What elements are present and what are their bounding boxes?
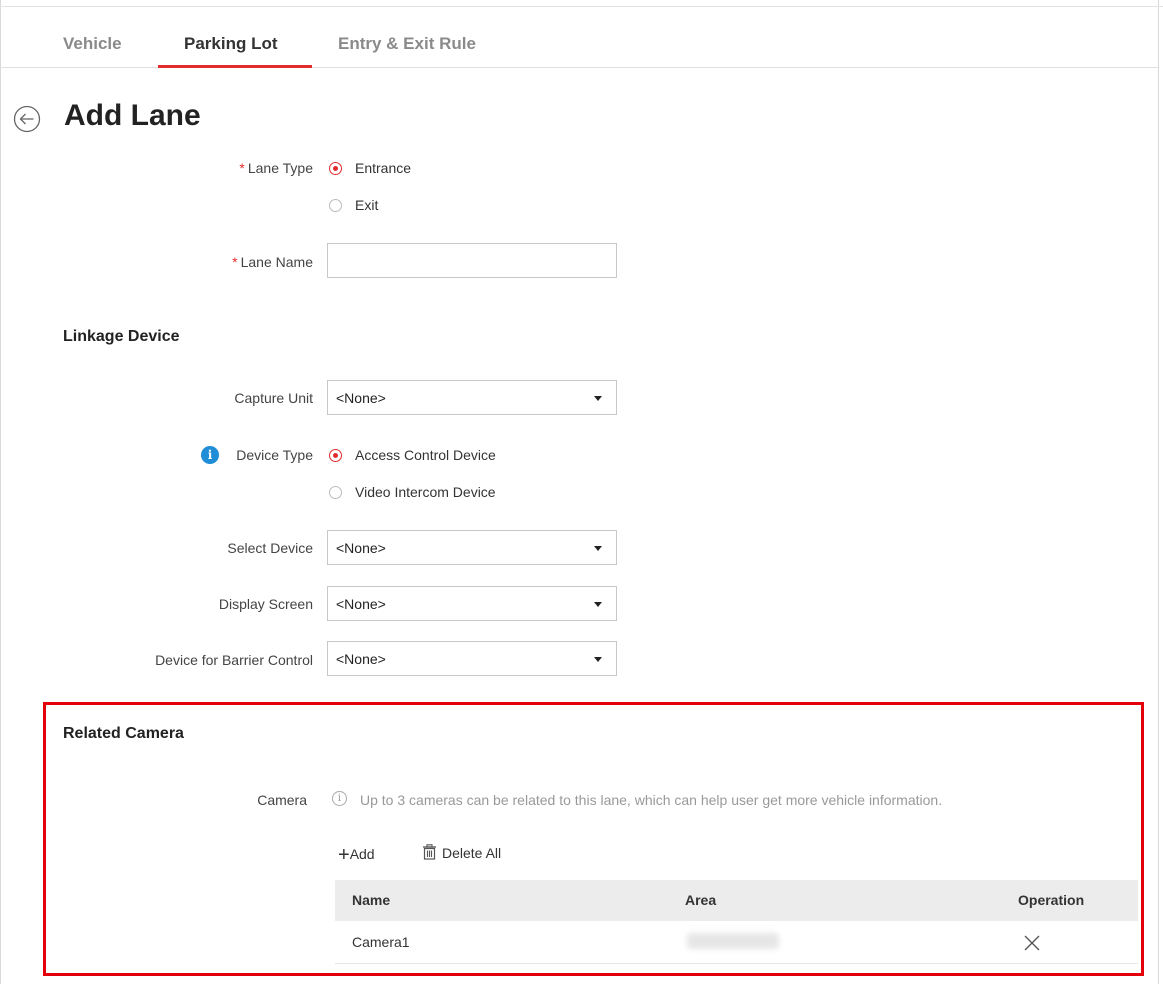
- dropdown-caret-icon: [594, 396, 602, 401]
- delete-all-button[interactable]: Delete All: [422, 842, 501, 861]
- radio-video-intercom-label[interactable]: Video Intercom Device: [355, 484, 496, 500]
- tab-parking-lot[interactable]: Parking Lot: [184, 34, 278, 54]
- radio-access-control-label[interactable]: Access Control Device: [355, 447, 496, 463]
- left-border: [0, 0, 1, 984]
- radio-entrance-label[interactable]: Entrance: [355, 160, 411, 176]
- display-screen-label: Display Screen: [218, 596, 313, 612]
- barrier-control-select[interactable]: <None>: [327, 641, 617, 676]
- close-icon[interactable]: [1023, 934, 1041, 952]
- column-header-name[interactable]: Name: [352, 892, 390, 908]
- plus-icon: +: [338, 844, 350, 866]
- barrier-control-label: Device for Barrier Control: [155, 652, 313, 668]
- info-icon[interactable]: i: [201, 446, 219, 464]
- camera-hint-text: Up to 3 cameras can be related to this l…: [360, 792, 943, 808]
- barrier-control-value: <None>: [336, 651, 386, 667]
- display-screen-select[interactable]: <None>: [327, 586, 617, 621]
- radio-exit[interactable]: [329, 199, 342, 212]
- column-header-area[interactable]: Area: [685, 892, 716, 908]
- radio-entrance[interactable]: [329, 162, 342, 175]
- required-mark: *: [232, 254, 238, 270]
- dropdown-caret-icon: [594, 657, 602, 662]
- capture-unit-label: Capture Unit: [234, 390, 313, 406]
- lane-name-label: * Lane Name: [232, 254, 313, 270]
- dropdown-caret-icon: [594, 546, 602, 551]
- active-tab-indicator: [158, 65, 312, 68]
- dropdown-caret-icon: [594, 602, 602, 607]
- delete-all-label: Delete All: [442, 845, 502, 861]
- radio-video-intercom-device[interactable]: [329, 486, 342, 499]
- radio-exit-label[interactable]: Exit: [355, 197, 378, 213]
- linkage-device-title: Linkage Device: [63, 328, 180, 345]
- tab-vehicle[interactable]: Vehicle: [63, 34, 122, 54]
- column-header-operation: Operation: [1018, 892, 1085, 908]
- capture-unit-value: <None>: [336, 390, 386, 406]
- camera-label: Camera: [257, 792, 307, 808]
- trash-icon: [423, 844, 436, 860]
- page-title: Add Lane: [64, 99, 201, 132]
- hint-info-icon: i: [332, 791, 347, 806]
- device-type-label: Device Type: [236, 447, 313, 463]
- camera-name-cell: Camera1: [352, 934, 410, 950]
- capture-unit-select[interactable]: <None>: [327, 380, 617, 415]
- select-device-label: Select Device: [227, 540, 313, 556]
- lane-name-input[interactable]: [327, 243, 617, 278]
- right-border: [1158, 0, 1159, 984]
- display-screen-value: <None>: [336, 596, 386, 612]
- top-border: [0, 6, 1163, 7]
- related-camera-title: Related Camera: [63, 725, 184, 742]
- select-device-value: <None>: [336, 540, 386, 556]
- radio-access-control-device[interactable]: [329, 449, 342, 462]
- lane-type-label: * Lane Type: [239, 160, 313, 176]
- required-mark: *: [239, 160, 245, 176]
- area-cell-blurred: [687, 933, 779, 949]
- circle-arrow-left-icon[interactable]: [13, 105, 41, 133]
- select-device-select[interactable]: <None>: [327, 530, 617, 565]
- add-camera-button[interactable]: +Add: [338, 842, 375, 866]
- add-label: Add: [349, 846, 375, 862]
- tab-entry-exit-rule[interactable]: Entry & Exit Rule: [338, 34, 476, 54]
